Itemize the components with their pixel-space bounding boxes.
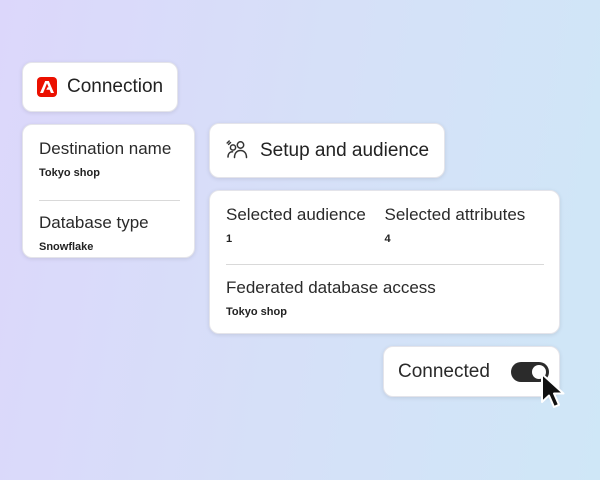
setup-audience-title: Setup and audience [260,139,430,161]
selected-audience-label: Selected audience [226,205,366,224]
selected-attributes-value: 4 [384,233,391,245]
destination-name-value: Tokyo shop [39,167,100,179]
mouse-cursor-icon [541,373,565,408]
federated-access-label: Federated database access [226,278,436,297]
destination-details-card: Destination name Tokyo shop Database typ… [22,124,195,258]
database-type-label: Database type [39,213,149,232]
connection-header-card: Connection [22,62,178,112]
federated-access-value: Tokyo shop [226,306,287,318]
divider [39,200,180,201]
adobe-logo-icon [37,77,57,97]
setup-audience-header-card: Setup and audience [209,123,445,178]
audience-details-card: Selected audience 1 Selected attributes … [209,190,560,334]
selected-attributes-label: Selected attributes [384,205,526,224]
connected-label: Connected [398,360,490,382]
selected-audience-value: 1 [226,233,233,245]
connection-title: Connection [67,76,164,97]
audience-icon [226,139,250,162]
database-type-value: Snowflake [39,241,94,253]
divider [226,264,544,265]
connected-status-card: Connected [383,346,560,397]
destination-name-label: Destination name [39,139,172,158]
